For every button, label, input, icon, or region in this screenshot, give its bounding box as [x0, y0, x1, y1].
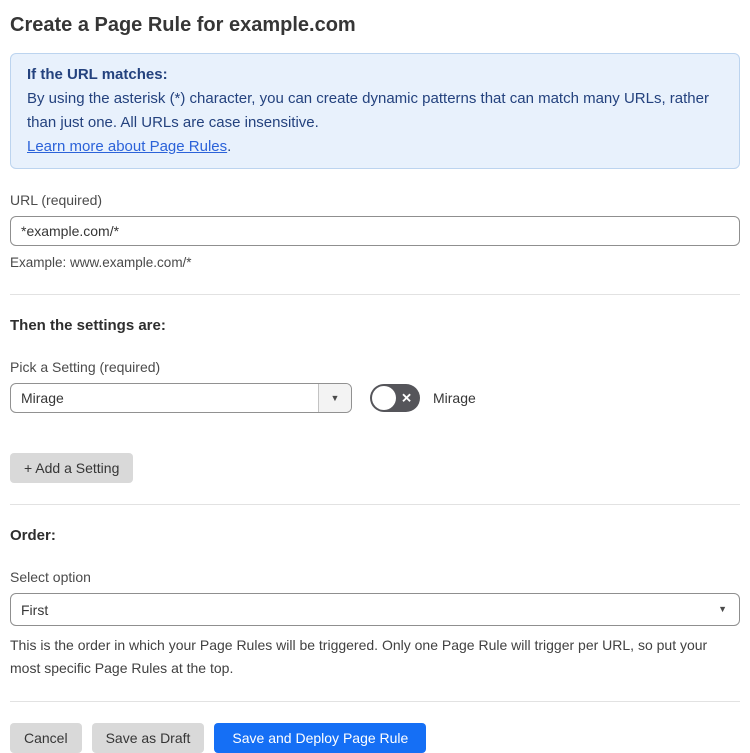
divider [10, 504, 740, 505]
info-box: If the URL matches: By using the asteris… [10, 53, 740, 169]
divider [10, 701, 740, 702]
setting-dropdown-arrow-button[interactable]: ▼ [318, 384, 351, 412]
setting-row: Mirage ▼ ✕ Mirage [10, 383, 740, 413]
chevron-down-icon: ▼ [718, 604, 727, 614]
settings-section-heading: Then the settings are: [10, 317, 166, 334]
add-setting-button[interactable]: + Add a Setting [10, 453, 134, 483]
mirage-toggle-label: Mirage [433, 390, 476, 406]
divider [10, 294, 740, 295]
toggle-knob [372, 386, 396, 410]
info-link-suffix: . [227, 138, 232, 155]
learn-more-link[interactable]: Learn more about Page Rules [27, 138, 227, 155]
setting-dropdown-value: Mirage [21, 390, 64, 406]
pick-setting-label: Pick a Setting (required) [10, 359, 161, 375]
url-input[interactable] [10, 216, 740, 246]
url-label: URL (required) [10, 192, 103, 208]
url-helper: Example: www.example.com/* [10, 255, 192, 270]
chevron-down-icon: ▼ [330, 392, 340, 403]
info-box-heading: If the URL matches: [27, 66, 168, 83]
page-title: Create a Page Rule for example.com [10, 14, 356, 36]
mirage-toggle[interactable]: ✕ [370, 384, 420, 412]
order-section-heading: Order: [10, 527, 56, 544]
toggle-x-icon: ✕ [401, 390, 412, 406]
info-box-body: By using the asterisk (*) character, you… [27, 90, 709, 131]
cancel-button[interactable]: Cancel [10, 723, 82, 753]
order-select[interactable]: First ▼ [10, 593, 740, 626]
setting-dropdown[interactable]: Mirage ▼ [10, 383, 352, 413]
order-select-value: First [21, 601, 49, 618]
mirage-toggle-group: ✕ Mirage [370, 384, 476, 412]
save-and-deploy-button[interactable]: Save and Deploy Page Rule [214, 723, 427, 753]
order-helper: This is the order in which your Page Rul… [10, 637, 708, 676]
select-option-label: Select option [10, 569, 91, 585]
save-as-draft-button[interactable]: Save as Draft [91, 723, 205, 753]
action-bar: Cancel Save as Draft Save and Deploy Pag… [10, 723, 740, 753]
info-box-link-row: Learn more about Page Rules. [27, 135, 723, 159]
